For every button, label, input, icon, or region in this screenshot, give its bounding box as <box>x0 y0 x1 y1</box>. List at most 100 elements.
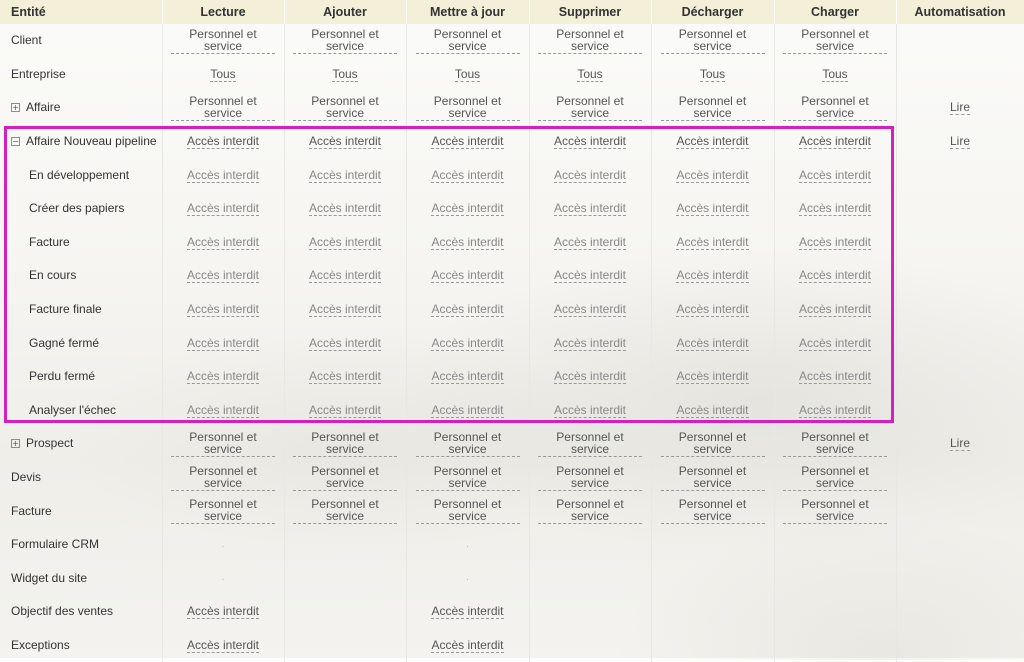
permission-link[interactable]: Accès interdit <box>676 404 749 418</box>
permission-link[interactable]: Accès interdit <box>308 370 382 385</box>
permission-link[interactable]: Accès interdit <box>798 236 872 250</box>
permission-link[interactable]: Personnel et service <box>293 465 397 491</box>
permission-link[interactable]: Accès interdit <box>553 135 627 150</box>
permission-link[interactable]: Accès interdit <box>186 337 260 351</box>
automation-link[interactable]: Lire <box>949 101 970 116</box>
permission-link[interactable]: Accès interdit <box>308 303 382 318</box>
permission-link[interactable]: Accès interdit <box>308 337 382 351</box>
permission-link[interactable]: Personnel et service <box>783 28 887 54</box>
permission-link[interactable]: Personnel et service <box>415 498 520 525</box>
permission-link[interactable]: Personnel et service <box>538 95 642 121</box>
permission-link[interactable]: Personnel et service <box>293 431 397 457</box>
expand-icon[interactable]: + <box>11 439 20 449</box>
permission-link[interactable]: Personnel et service <box>415 431 520 457</box>
collapse-icon[interactable]: − <box>11 137 20 147</box>
permission-link[interactable]: Accès interdit <box>553 370 627 385</box>
permission-link[interactable]: Personnel et service <box>660 431 765 457</box>
permission-link[interactable]: Accès interdit <box>553 269 627 284</box>
permission-link[interactable]: Personnel et service <box>538 28 642 54</box>
permission-link[interactable]: Accès interdit <box>553 303 627 318</box>
permission-link[interactable]: Personnel et service <box>171 95 275 121</box>
permission-link[interactable]: Accès interdit <box>798 337 872 351</box>
permission-link[interactable]: Accès interdit <box>431 135 504 150</box>
permission-link[interactable]: Accès interdit <box>186 303 260 318</box>
permission-link[interactable]: Accès interdit <box>676 303 749 318</box>
permission-link[interactable]: Personnel et service <box>293 498 397 525</box>
permission-link[interactable]: Tous <box>210 68 236 82</box>
permission-link[interactable]: Accès interdit <box>308 236 382 250</box>
permission-link[interactable]: Personnel et service <box>660 498 765 525</box>
permission-link[interactable]: Accès interdit <box>186 269 260 284</box>
permission-link[interactable]: Accès interdit <box>186 605 260 620</box>
permission-link[interactable]: Personnel et service <box>171 431 275 457</box>
permission-link[interactable]: Accès interdit <box>308 169 382 183</box>
permission-link[interactable]: Tous <box>332 68 358 82</box>
permission-link[interactable]: Accès interdit <box>798 269 872 284</box>
permission-link[interactable]: Accès interdit <box>308 269 382 284</box>
permission-link[interactable]: Accès interdit <box>186 404 260 418</box>
permission-link[interactable]: Accès interdit <box>553 236 627 250</box>
permission-link[interactable]: Tous <box>577 68 603 82</box>
permission-link[interactable]: Accès interdit <box>676 169 749 183</box>
permission-link[interactable]: Personnel et service <box>171 498 275 525</box>
permission-link[interactable]: Accès interdit <box>676 269 749 284</box>
automation-link[interactable]: Lire <box>949 135 970 150</box>
permission-link[interactable]: Personnel et service <box>415 28 520 54</box>
permission-link[interactable]: Accès interdit <box>431 337 504 351</box>
permission-link[interactable]: Accès interdit <box>798 303 872 318</box>
permission-link[interactable]: Accès interdit <box>431 269 504 284</box>
permission-link[interactable]: Accès interdit <box>431 404 504 418</box>
permission-link[interactable]: Accès interdit <box>798 135 872 150</box>
permission-link[interactable]: Personnel et service <box>415 465 520 491</box>
permission-link[interactable]: Personnel et service <box>293 28 397 54</box>
permission-link[interactable]: Accès interdit <box>676 337 749 351</box>
permission-link[interactable]: Personnel et service <box>783 498 887 525</box>
permission-link[interactable]: Tous <box>699 68 726 82</box>
permission-link[interactable]: Accès interdit <box>676 236 749 250</box>
permission-link[interactable]: Accès interdit <box>798 370 872 385</box>
permission-link[interactable]: Personnel et service <box>171 465 275 491</box>
permission-link[interactable]: Accès interdit <box>553 169 627 183</box>
permission-link[interactable]: Accès interdit <box>186 236 260 250</box>
permission-link[interactable]: Tous <box>822 68 848 82</box>
permission-link[interactable]: Accès interdit <box>798 202 872 217</box>
permission-link[interactable]: Accès interdit <box>676 370 749 385</box>
permission-link[interactable]: Accès interdit <box>308 404 382 418</box>
permission-link[interactable]: Personnel et service <box>660 28 765 54</box>
permission-link[interactable]: Accès interdit <box>431 236 504 250</box>
permission-link[interactable]: Accès interdit <box>798 169 872 183</box>
permission-link[interactable]: Accès interdit <box>431 370 504 385</box>
permission-link[interactable]: Accès interdit <box>186 135 260 150</box>
permission-link[interactable]: Accès interdit <box>431 605 504 620</box>
permission-link[interactable]: Personnel et service <box>783 95 887 121</box>
permission-link[interactable]: Personnel et service <box>660 465 765 491</box>
permission-link[interactable]: Accès interdit <box>676 202 749 217</box>
permission-link[interactable]: Personnel et service <box>538 465 642 491</box>
permission-link[interactable]: Accès interdit <box>308 135 382 150</box>
permission-link[interactable]: Tous <box>454 68 481 82</box>
permission-link[interactable]: Personnel et service <box>538 431 642 457</box>
permission-link[interactable]: Personnel et service <box>415 95 520 121</box>
permission-link[interactable]: Accès interdit <box>186 169 260 183</box>
permission-link[interactable]: Accès interdit <box>186 639 260 653</box>
permission-link[interactable]: Accès interdit <box>553 337 627 351</box>
permission-link[interactable]: Personnel et service <box>783 431 887 457</box>
permission-link[interactable]: Accès interdit <box>431 639 504 653</box>
expand-icon[interactable]: + <box>11 103 20 113</box>
automation-link[interactable]: Lire <box>949 437 970 452</box>
permission-link[interactable]: Accès interdit <box>676 135 749 150</box>
permission-link[interactable]: Personnel et service <box>783 465 887 491</box>
permission-link[interactable]: Accès interdit <box>553 404 627 418</box>
permission-link[interactable]: Personnel et service <box>660 95 765 121</box>
permission-link[interactable]: Accès interdit <box>431 303 504 318</box>
permission-link[interactable]: Personnel et service <box>171 28 275 54</box>
permission-link[interactable]: Accès interdit <box>431 202 504 217</box>
permission-link[interactable]: Personnel et service <box>293 95 397 121</box>
permission-link[interactable]: Accès interdit <box>798 404 872 418</box>
permission-link[interactable]: Accès interdit <box>186 370 260 385</box>
permission-link[interactable]: Accès interdit <box>431 169 504 183</box>
permission-link[interactable]: Accès interdit <box>186 202 260 217</box>
permission-link[interactable]: Personnel et service <box>538 498 642 525</box>
permission-link[interactable]: Accès interdit <box>308 202 382 217</box>
permission-link[interactable]: Accès interdit <box>553 202 627 217</box>
